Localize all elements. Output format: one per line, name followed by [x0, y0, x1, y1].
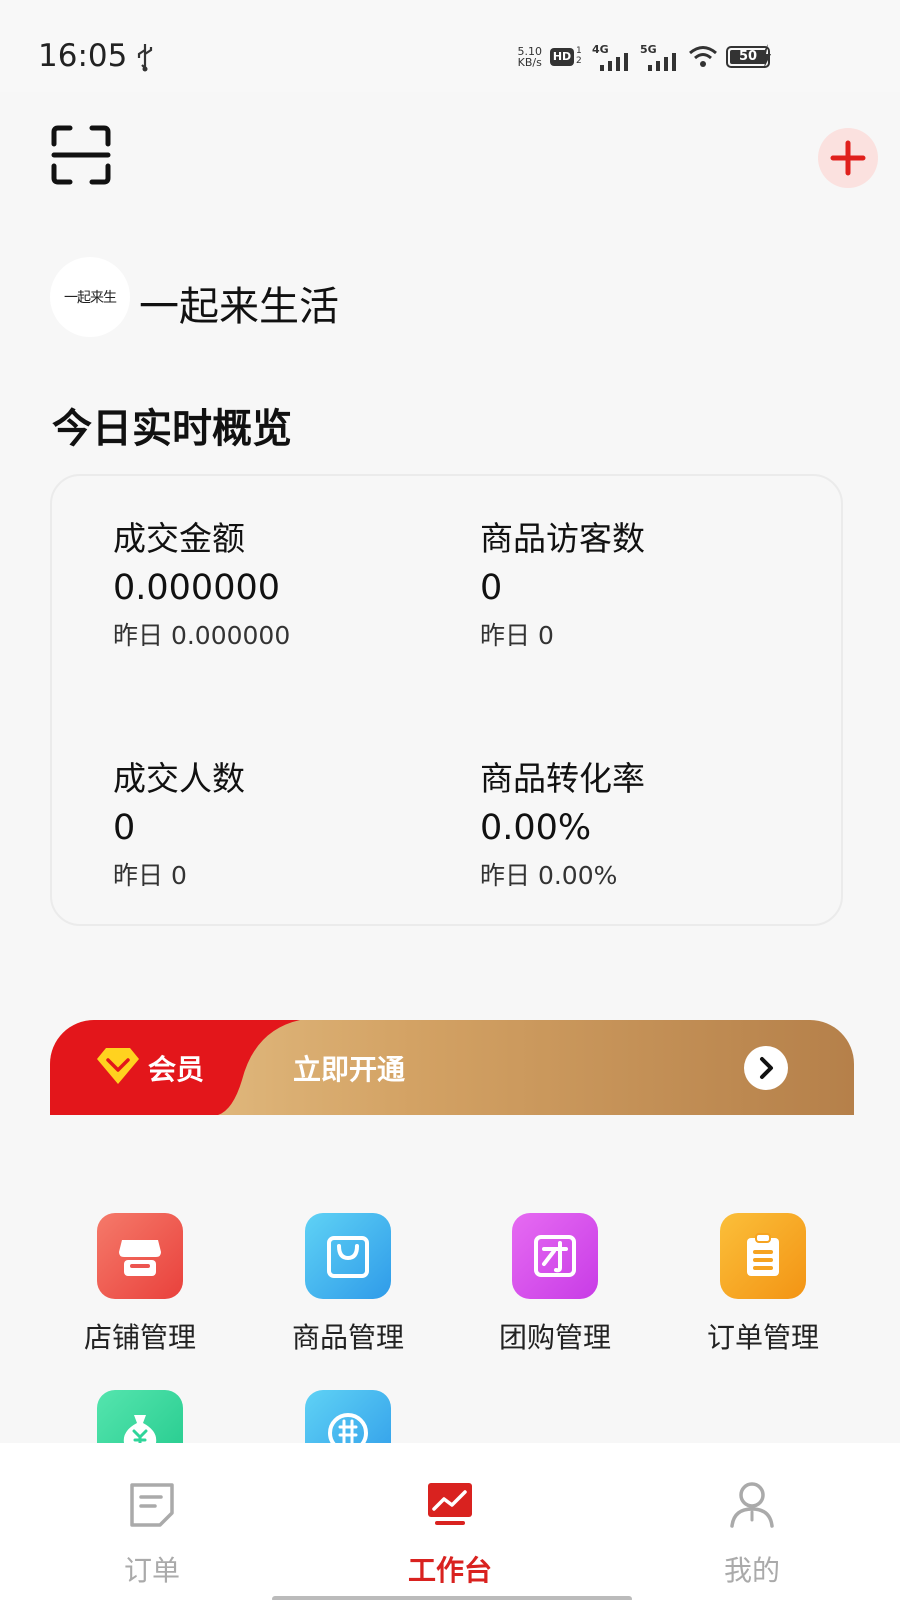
- stat-yesterday: 昨日 0: [480, 621, 554, 650]
- diamond-icon: [97, 1048, 139, 1084]
- shop-name[interactable]: 一起来生活: [139, 274, 339, 332]
- stat-buyers[interactable]: 成交人数 0 昨日 0: [113, 752, 245, 892]
- stat-value: 0: [480, 568, 503, 608]
- store-icon: [97, 1213, 183, 1299]
- stat-sales-amount[interactable]: 成交金额 0.000000 昨日 0.000000: [113, 512, 290, 652]
- usb-icon: [137, 44, 153, 72]
- function-finance[interactable]: [97, 1390, 183, 1443]
- signal-icon: 4G: [592, 43, 632, 71]
- function-group-buy-manage[interactable]: 团购管理: [455, 1213, 655, 1354]
- tab-bar: 订单 工作台 我的: [0, 1443, 900, 1600]
- home-indicator[interactable]: [272, 1596, 632, 1600]
- profile-icon: [730, 1482, 774, 1528]
- stat-value: 0: [113, 808, 136, 848]
- stat-value: 0.000000: [113, 568, 281, 608]
- function-label: 订单管理: [706, 1321, 819, 1354]
- function-label: 商品管理: [291, 1321, 404, 1354]
- vip-activate-link[interactable]: 立即开通: [293, 1048, 405, 1088]
- overview-title: 今日实时概览: [52, 406, 292, 452]
- status-bar: 16:05 5.10 KB/s HD 12 4G 5G 50: [0, 0, 900, 92]
- stat-yesterday: 昨日 0: [113, 861, 187, 890]
- stat-conversion-rate[interactable]: 商品转化率 0.00% 昨日 0.00%: [480, 752, 645, 892]
- stat-value: 0.00%: [480, 808, 592, 848]
- pin-group-icon: [305, 1390, 391, 1443]
- stat-yesterday: 昨日 0.000000: [113, 621, 291, 650]
- status-time: 16:05: [38, 38, 128, 74]
- stat-yesterday: 昨日 0.00%: [480, 861, 618, 890]
- stat-label: 商品转化率: [480, 759, 645, 798]
- money-bag-icon: [97, 1390, 183, 1443]
- overview-card: 成交金额 0.000000 昨日 0.000000 商品访客数 0 昨日 0 成…: [50, 474, 843, 926]
- hd-icon: HD 12: [550, 46, 584, 68]
- stat-label: 成交人数: [113, 759, 245, 798]
- net-speed: 5.10 KB/s: [517, 45, 543, 69]
- tab-label: 工作台: [407, 1554, 492, 1587]
- function-product-manage[interactable]: 商品管理: [248, 1213, 448, 1354]
- tab-orders[interactable]: 订单: [52, 1443, 252, 1600]
- function-pin-group[interactable]: [305, 1390, 391, 1443]
- signal-icon-2: 5G: [640, 43, 680, 71]
- stat-label: 商品访客数: [480, 519, 645, 558]
- function-label: 团购管理: [498, 1321, 611, 1354]
- add-button[interactable]: [818, 128, 878, 188]
- charging-icon: [761, 44, 771, 68]
- tab-workbench[interactable]: 工作台: [350, 1443, 550, 1600]
- function-store-manage[interactable]: 店铺管理: [40, 1213, 240, 1354]
- scan-icon[interactable]: [50, 124, 112, 186]
- chevron-right-icon: [760, 1057, 773, 1079]
- tab-label: 我的: [723, 1554, 780, 1587]
- add-icon: [830, 140, 866, 176]
- vip-label: 会员: [148, 1053, 205, 1086]
- function-order-manage[interactable]: 订单管理: [663, 1213, 863, 1354]
- dashboard-chart-icon: [428, 1483, 472, 1525]
- tab-label: 订单: [123, 1554, 180, 1587]
- tab-mine[interactable]: 我的: [652, 1443, 852, 1600]
- vip-banner[interactable]: 会员 立即开通: [50, 1020, 854, 1115]
- stat-product-visitors[interactable]: 商品访客数 0 昨日 0: [480, 512, 645, 652]
- function-label: 店铺管理: [83, 1321, 196, 1354]
- wifi-icon: [689, 46, 717, 67]
- clipboard-icon: [720, 1213, 806, 1299]
- group-buy-icon: [512, 1213, 598, 1299]
- shop-avatar[interactable]: 一起来生: [50, 257, 130, 337]
- stat-label: 成交金额: [113, 519, 245, 558]
- vip-arrow-button[interactable]: [744, 1046, 788, 1090]
- shopping-bag-icon: [305, 1213, 391, 1299]
- order-icon: [130, 1483, 174, 1527]
- status-icons: 5.10 KB/s HD 12 4G 5G 50: [517, 40, 770, 74]
